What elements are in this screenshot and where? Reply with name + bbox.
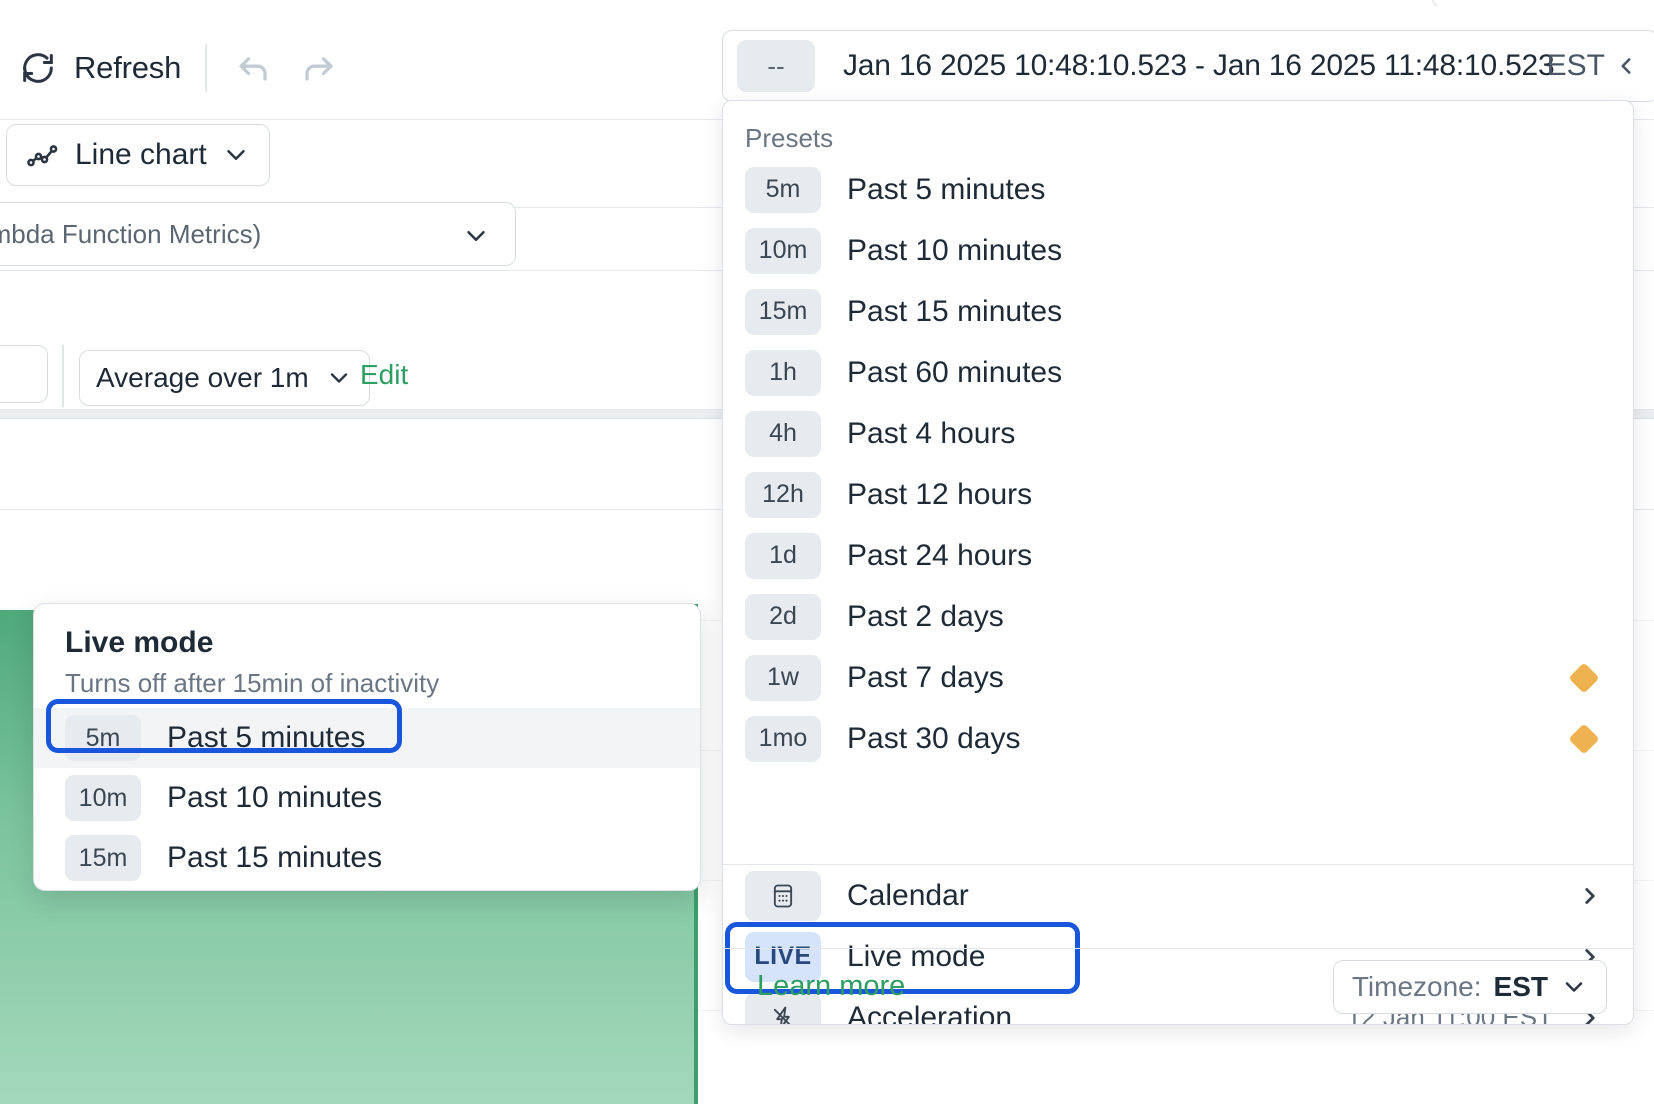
calendar-icon (745, 870, 821, 921)
premium-marker-icon (1568, 661, 1600, 694)
live-option-badge: 10m (65, 775, 141, 821)
timezone-dropdown[interactable]: Timezone: EST (1332, 959, 1607, 1014)
premium-marker-icon (1568, 722, 1600, 755)
live-option-5m[interactable]: 5m Past 5 minutes (34, 708, 700, 768)
live-option-badge: 5m (65, 715, 141, 761)
preset-label: Past 30 days (847, 721, 1021, 755)
preset-label: Past 7 days (847, 660, 1004, 694)
preset-label: Past 60 minutes (847, 355, 1063, 389)
chevron-icon (1613, 53, 1639, 79)
undo-arrow-icon (232, 46, 276, 90)
timezone-label: Timezone: (1351, 970, 1482, 1002)
preset-label: Past 4 hours (847, 416, 1016, 450)
time-range-timezone-label: EST (1546, 49, 1605, 82)
preset-badge: 1w (745, 654, 821, 701)
metric-namespace: (aws/Lambda Function Metrics) (0, 218, 262, 249)
time-range-bar[interactable]: -- Jan 16 2025 10:48:10.523 - Jan 16 202… (722, 30, 1654, 102)
chevron-down-icon (461, 221, 491, 251)
refresh-button[interactable]: Refresh (18, 48, 181, 88)
toolbar-divider (205, 44, 208, 92)
preset-badge: 1h (745, 349, 821, 396)
aggregation-dropdown[interactable]: Average over 1m (79, 350, 370, 406)
chevron-right-icon (1577, 883, 1603, 909)
time-range-timezone[interactable]: EST (1547, 49, 1639, 83)
preset-item-1mo[interactable]: 1mo Past 30 days (723, 708, 1633, 769)
redo-button[interactable] (295, 45, 341, 91)
action-item-calendar[interactable]: Calendar (723, 865, 1633, 926)
preset-item-4h[interactable]: 4h Past 4 hours (723, 403, 1633, 464)
redo-arrow-icon (296, 46, 340, 90)
live-option-label: Past 15 minutes (167, 841, 383, 874)
preset-item-1h[interactable]: 1h Past 60 minutes (723, 342, 1633, 403)
action-label: Calendar (847, 878, 969, 912)
preset-item-2d[interactable]: 2d Past 2 days (723, 586, 1633, 647)
time-range-text: Jan 16 2025 10:48:10.523 - Jan 16 2025 1… (843, 49, 1555, 82)
chevron-down-icon (325, 364, 353, 392)
live-option-label: Past 5 minutes (167, 721, 366, 754)
chevron-down-icon (1560, 973, 1588, 1001)
preset-badge: 4h (745, 410, 821, 457)
preset-item-12h[interactable]: 12h Past 12 hours (723, 464, 1633, 525)
refresh-label: Refresh (74, 50, 182, 85)
preset-item-5m[interactable]: 5m Past 5 minutes (723, 159, 1633, 220)
live-option-15m[interactable]: 15m Past 15 minutes (34, 828, 700, 888)
line-chart-icon (25, 137, 61, 173)
metric-select[interactable]: gs (aws/Lambda Function Metrics) (0, 202, 516, 266)
chevron-down-icon (221, 140, 251, 170)
preset-label: Past 10 minutes (847, 233, 1063, 267)
preset-item-15m[interactable]: 15m Past 15 minutes (723, 281, 1633, 342)
time-range-presets-popup: Presets 5m Past 5 minutes 10m Past 10 mi… (722, 100, 1634, 1025)
preset-item-1w[interactable]: 1w Past 7 days (723, 647, 1633, 708)
aggregation-divider (62, 345, 64, 407)
chart-type-dropdown[interactable]: Line chart (6, 124, 270, 186)
preset-label: Past 5 minutes (847, 172, 1046, 206)
presets-heading: Presets (745, 123, 834, 153)
live-mode-subtitle: Turns off after 15min of inactivity (65, 668, 440, 698)
preset-badge: 5m (745, 166, 821, 213)
preset-badge: 12h (745, 471, 821, 518)
undo-button[interactable] (231, 45, 277, 91)
chart-type-label: Line chart (75, 138, 207, 171)
preset-badge: 10m (745, 227, 821, 274)
preset-label: Past 15 minutes (847, 294, 1063, 328)
preset-badge: 15m (745, 288, 821, 335)
timezone-value: EST (1493, 970, 1548, 1002)
preset-badge: 2d (745, 593, 821, 640)
left-control-stub[interactable] (0, 345, 48, 403)
preset-label: Past 2 days (847, 599, 1004, 633)
preset-item-1d[interactable]: 1d Past 24 hours (723, 525, 1633, 586)
preset-label: Past 12 hours (847, 477, 1033, 511)
live-option-badge: 15m (65, 835, 141, 881)
preset-badge: 1d (745, 532, 821, 579)
live-mode-options: 5m Past 5 minutes 10m Past 10 minutes 15… (34, 708, 700, 888)
aggregation-label: Average over 1m (96, 362, 309, 393)
preset-item-10m[interactable]: 10m Past 10 minutes (723, 220, 1633, 281)
live-mode-submenu: Live mode Turns off after 15min of inact… (33, 603, 701, 891)
live-option-10m[interactable]: 10m Past 10 minutes (34, 768, 700, 828)
refresh-icon (18, 48, 58, 88)
preset-label: Past 24 hours (847, 538, 1033, 572)
preset-badge: 1mo (745, 715, 821, 762)
edit-link[interactable]: Edit (360, 359, 408, 391)
live-option-label: Past 10 minutes (167, 781, 383, 814)
live-mode-title: Live mode (65, 626, 214, 659)
presets-footer: Learn more Timezone: EST (723, 948, 1633, 1024)
learn-more-link[interactable]: Learn more (757, 970, 905, 1003)
presets-list: 5m Past 5 minutes 10m Past 10 minutes 15… (723, 159, 1633, 769)
time-range-badge: -- (737, 40, 815, 92)
